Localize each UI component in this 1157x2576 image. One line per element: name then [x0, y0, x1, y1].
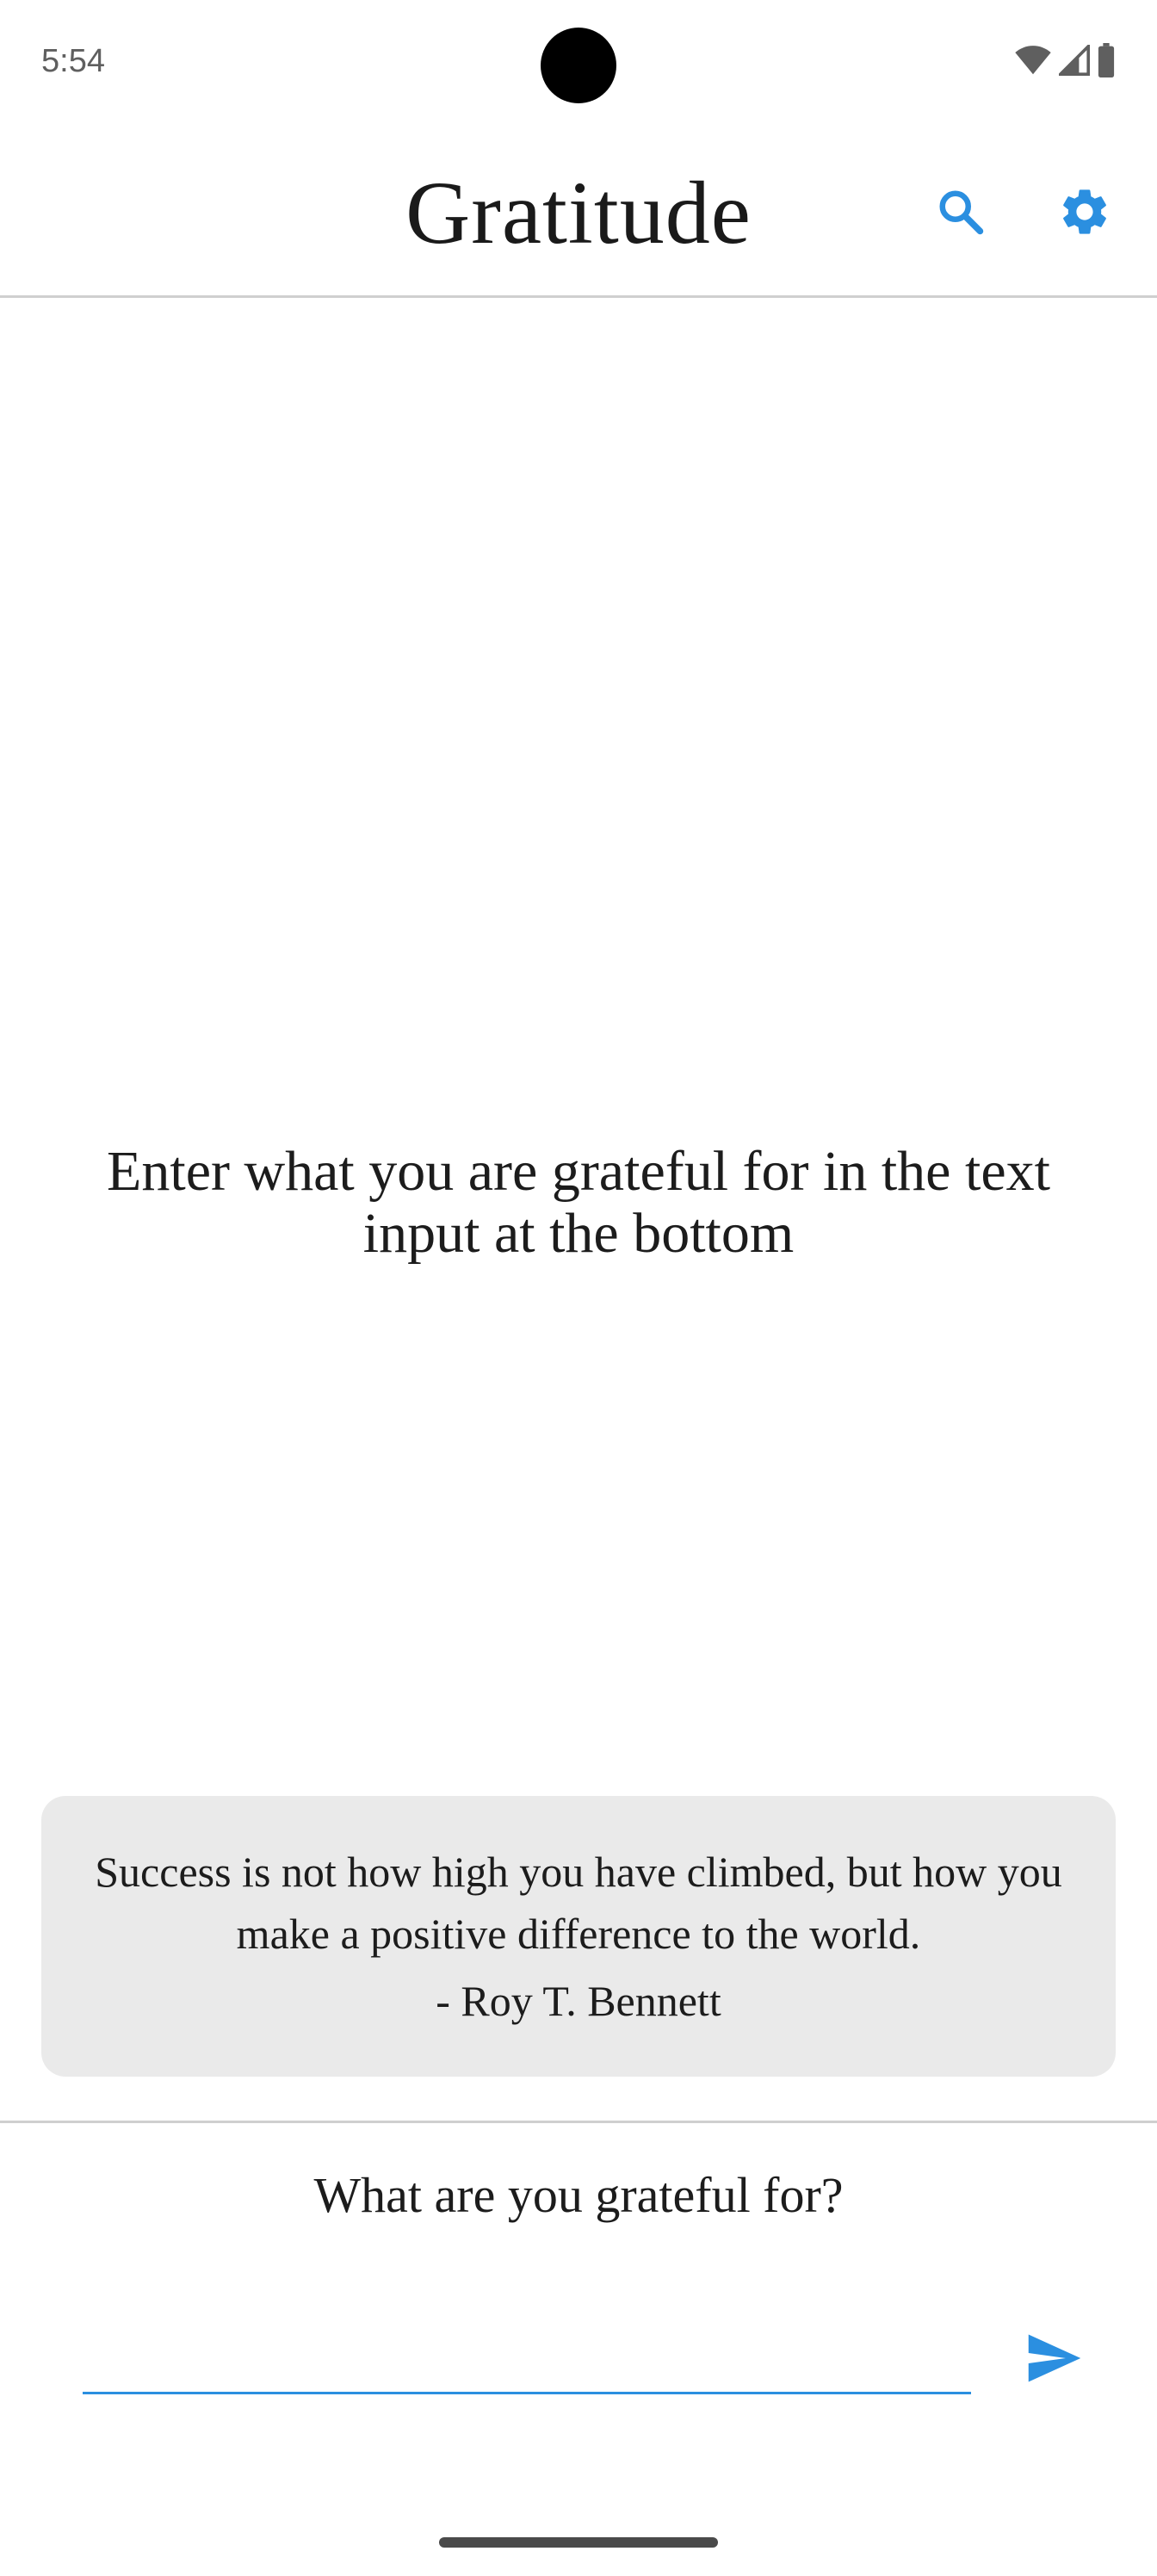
status-bar: 5:54: [0, 0, 1157, 129]
screen: 5:54 Gratitude Enter what you are gratef…: [0, 0, 1157, 2576]
gratitude-input[interactable]: [83, 2330, 971, 2394]
entry-prompt: What are you grateful for?: [313, 2167, 844, 2223]
settings-button[interactable]: [1052, 181, 1117, 246]
quote-text: Success is not how high you have climbed…: [95, 1848, 1062, 1958]
battery-icon: [1097, 43, 1116, 77]
wifi-icon: [1014, 45, 1052, 76]
send-button[interactable]: [1016, 2321, 1093, 2399]
cellular-signal-icon: [1059, 45, 1090, 76]
empty-state-message: Enter what you are grateful for in the t…: [107, 1140, 1050, 1265]
camera-cutout: [541, 28, 616, 103]
send-icon: [1026, 2333, 1083, 2387]
entry-section: What are you grateful for?: [0, 2121, 1157, 2576]
status-icons: [1014, 43, 1116, 77]
app-bar: Gratitude: [0, 129, 1157, 298]
gear-icon: [1057, 184, 1112, 243]
quote-author: - Roy T. Bennett: [436, 1977, 721, 2025]
quote-card: Success is not how high you have climbed…: [41, 1796, 1116, 2077]
search-button[interactable]: [928, 181, 993, 246]
search-icon: [935, 186, 987, 241]
home-indicator[interactable]: [439, 2537, 718, 2548]
status-time: 5:54: [41, 43, 105, 79]
